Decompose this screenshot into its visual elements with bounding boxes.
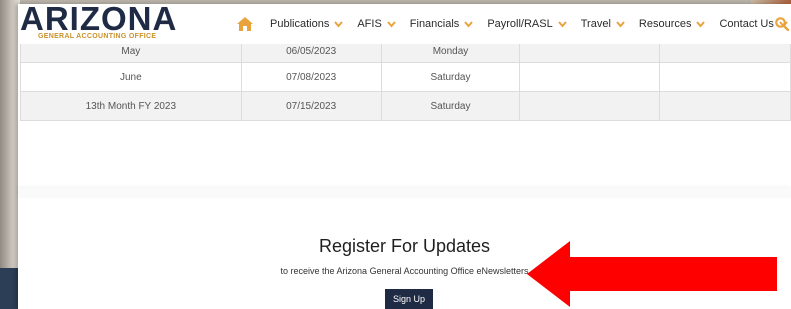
table-cell-empty xyxy=(659,62,791,92)
chevron-down-icon xyxy=(696,20,706,28)
nav-item-payroll-rasl[interactable]: Payroll/RASL xyxy=(487,18,567,30)
screen-edge-left xyxy=(0,0,20,309)
main-nav: Publications AFIS Financials Payroll/RAS… xyxy=(270,4,791,44)
nav-item-label: Contact Us xyxy=(719,18,774,30)
nav-item-publications[interactable]: Publications xyxy=(270,18,344,30)
table-cell-date: 07/08/2023 xyxy=(240,62,382,92)
table-cell-day: Saturday xyxy=(380,62,521,92)
nav-item-label: Travel xyxy=(580,18,611,30)
chevron-down-icon xyxy=(464,20,474,28)
nav-item-label: Payroll/RASL xyxy=(487,18,553,30)
chevron-down-icon xyxy=(616,20,625,28)
nav-item-financials[interactable]: Financials xyxy=(410,18,474,30)
sign-up-button[interactable]: Sign Up xyxy=(385,289,433,309)
chevron-down-icon xyxy=(387,20,396,28)
nav-item-label: AFIS xyxy=(357,18,382,30)
nav-item-label: Resources xyxy=(638,18,692,30)
table-cell-day: Saturday xyxy=(380,91,521,121)
chevron-down-icon xyxy=(334,20,344,28)
table-row: 13th Month FY 2023 07/15/2023 Saturday xyxy=(20,91,791,121)
table-cell-date: 07/15/2023 xyxy=(240,91,382,121)
site-header: ARIZONA GENERAL ACCOUNTING OFFICE Public… xyxy=(18,2,791,44)
section-divider xyxy=(18,188,791,198)
table-cell-empty xyxy=(519,62,661,92)
site-logo[interactable]: ARIZONA GENERAL ACCOUNTING OFFICE xyxy=(18,2,176,44)
search-icon[interactable] xyxy=(775,17,789,31)
table-cell-period: June xyxy=(20,62,242,92)
table-cell-empty xyxy=(519,91,661,121)
logo-wordmark: ARIZONA xyxy=(20,0,178,37)
nav-item-resources[interactable]: Resources xyxy=(639,18,706,30)
logo-subtitle: GENERAL ACCOUNTING OFFICE xyxy=(38,33,157,40)
home-icon[interactable] xyxy=(237,17,253,31)
close-schedule-table: May 06/05/2023 Monday June 07/08/2023 Sa… xyxy=(20,40,791,121)
nav-item-label: Financials xyxy=(409,18,460,30)
nav-item-travel[interactable]: Travel xyxy=(581,18,625,30)
nav-item-label: Publications xyxy=(270,18,330,30)
table-row: June 07/08/2023 Saturday xyxy=(20,62,791,92)
nav-item-afis[interactable]: AFIS xyxy=(357,18,396,30)
red-arrow-annotation xyxy=(527,241,777,307)
table-cell-empty xyxy=(659,91,791,121)
chevron-down-icon xyxy=(557,20,567,28)
screen-edge-bottom-left xyxy=(0,268,20,309)
table-cell-period: 13th Month FY 2023 xyxy=(20,91,242,121)
